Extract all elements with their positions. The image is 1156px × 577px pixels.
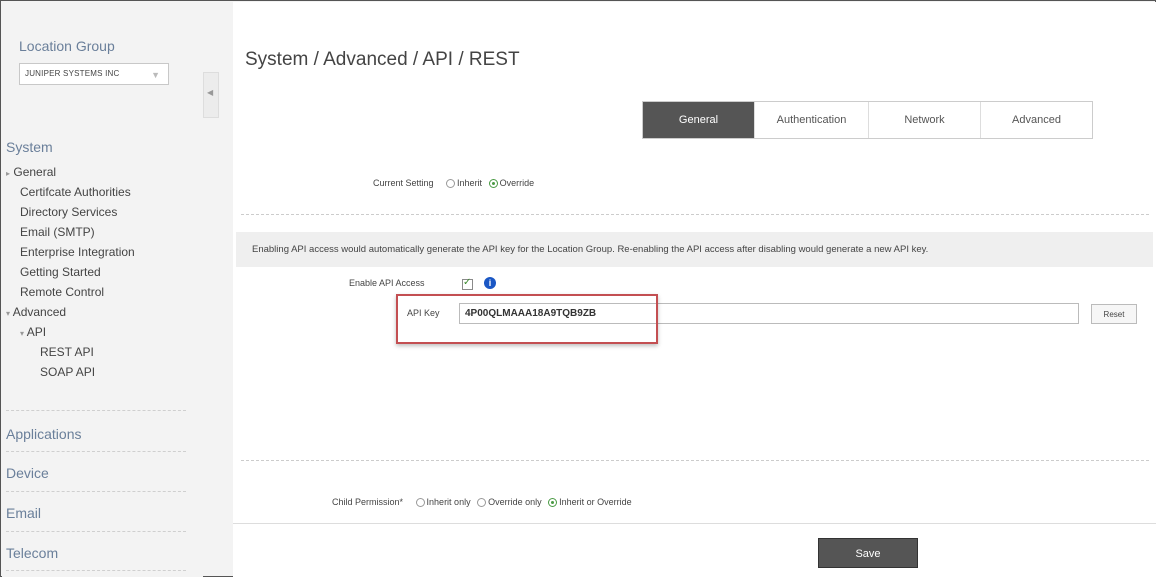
- inherit-or-override-radio[interactable]: [548, 498, 558, 507]
- inherit-radio[interactable]: [446, 179, 456, 188]
- override-only-radio[interactable]: [477, 498, 487, 507]
- sidebar-section-email[interactable]: Email: [6, 505, 41, 521]
- sidebar-section-device[interactable]: Device: [6, 465, 49, 481]
- info-icon[interactable]: i: [484, 277, 496, 289]
- tab-general[interactable]: General: [643, 102, 754, 138]
- sidebar-item-remote-control[interactable]: Remote Control: [6, 282, 135, 302]
- tab-network[interactable]: Network: [868, 102, 980, 138]
- enable-api-access-checkbox[interactable]: [462, 277, 473, 290]
- reset-button[interactable]: Reset: [1091, 304, 1137, 324]
- api-key-highlight: [396, 294, 658, 344]
- inherit-radio-label: Inherit: [457, 178, 483, 188]
- sidebar-item-general[interactable]: ▸ General: [6, 162, 135, 182]
- sidebar-collapse-handle[interactable]: ◀: [203, 72, 219, 118]
- sidebar-divider: [6, 410, 186, 411]
- current-setting-label: Current Setting: [373, 178, 434, 188]
- sidebar-item-rest-api[interactable]: REST API: [6, 342, 135, 362]
- api-notice: Enabling API access would automatically …: [236, 232, 1153, 267]
- sidebar-item-directory-services[interactable]: Directory Services: [6, 202, 135, 222]
- chevron-down-icon: ▾: [6, 309, 11, 318]
- chevron-left-icon: ◀: [207, 88, 214, 97]
- chevron-down-icon: ▾: [20, 329, 25, 338]
- main-panel: System / Advanced / API / REST General A…: [233, 2, 1156, 577]
- sidebar-divider: [6, 570, 186, 571]
- sidebar-divider: [6, 531, 186, 532]
- sidebar-tree: ▸ General Certifcate Authorities Directo…: [6, 162, 135, 382]
- enable-api-access-label: Enable API Access: [349, 278, 425, 288]
- tab-authentication[interactable]: Authentication: [754, 102, 868, 138]
- inherit-only-label: Inherit only: [426, 497, 471, 507]
- section-divider: [241, 214, 1149, 215]
- sidebar-item-api[interactable]: ▾ API: [6, 322, 135, 342]
- sidebar-section-applications[interactable]: Applications: [6, 426, 82, 442]
- window-frame: Location Group JUNIPER SYSTEMS INC ▼ Sys…: [0, 0, 1156, 577]
- save-button[interactable]: Save: [818, 538, 918, 568]
- sidebar-item-label: API: [26, 325, 47, 339]
- sidebar: Location Group JUNIPER SYSTEMS INC ▼ Sys…: [2, 2, 203, 577]
- chevron-right-icon: ▸: [6, 169, 11, 178]
- location-group-select[interactable]: JUNIPER SYSTEMS INC ▼: [19, 63, 169, 85]
- sidebar-item-enterprise-integration[interactable]: Enterprise Integration: [6, 242, 135, 262]
- sidebar-divider: [6, 451, 186, 452]
- sidebar-item-getting-started[interactable]: Getting Started: [6, 262, 135, 282]
- sidebar-item-advanced[interactable]: ▾ Advanced: [6, 302, 135, 322]
- current-setting-row: Current Setting Inherit Override: [373, 178, 538, 188]
- footer-divider: [233, 523, 1156, 524]
- override-radio[interactable]: [488, 179, 498, 188]
- sidebar-item-soap-api[interactable]: SOAP API: [6, 362, 135, 382]
- override-only-label: Override only: [488, 497, 542, 507]
- sidebar-item-label: General: [13, 165, 57, 179]
- inherit-or-override-label: Inherit or Override: [559, 497, 632, 507]
- page-title: System / Advanced / API / REST: [245, 49, 520, 70]
- child-permission-label: Child Permission*: [332, 497, 404, 507]
- sidebar-section-telecom[interactable]: Telecom: [6, 545, 58, 561]
- sidebar-divider: [6, 491, 186, 492]
- tab-advanced[interactable]: Advanced: [980, 102, 1092, 138]
- location-group-value: JUNIPER SYSTEMS INC: [25, 69, 120, 78]
- section-divider: [241, 460, 1149, 461]
- location-group-title: Location Group: [19, 38, 115, 54]
- sidebar-section-system[interactable]: System: [6, 139, 53, 155]
- inherit-only-radio[interactable]: [415, 498, 425, 507]
- sidebar-item-certificate-authorities[interactable]: Certifcate Authorities: [6, 182, 135, 202]
- tab-bar: General Authentication Network Advanced: [642, 101, 1093, 139]
- child-permission-row: Child Permission* Inherit only Override …: [332, 497, 636, 507]
- sidebar-item-label: Advanced: [12, 305, 67, 319]
- override-radio-label: Override: [499, 178, 535, 188]
- sidebar-item-email-smtp[interactable]: Email (SMTP): [6, 222, 135, 242]
- chevron-down-icon: ▼: [151, 70, 160, 80]
